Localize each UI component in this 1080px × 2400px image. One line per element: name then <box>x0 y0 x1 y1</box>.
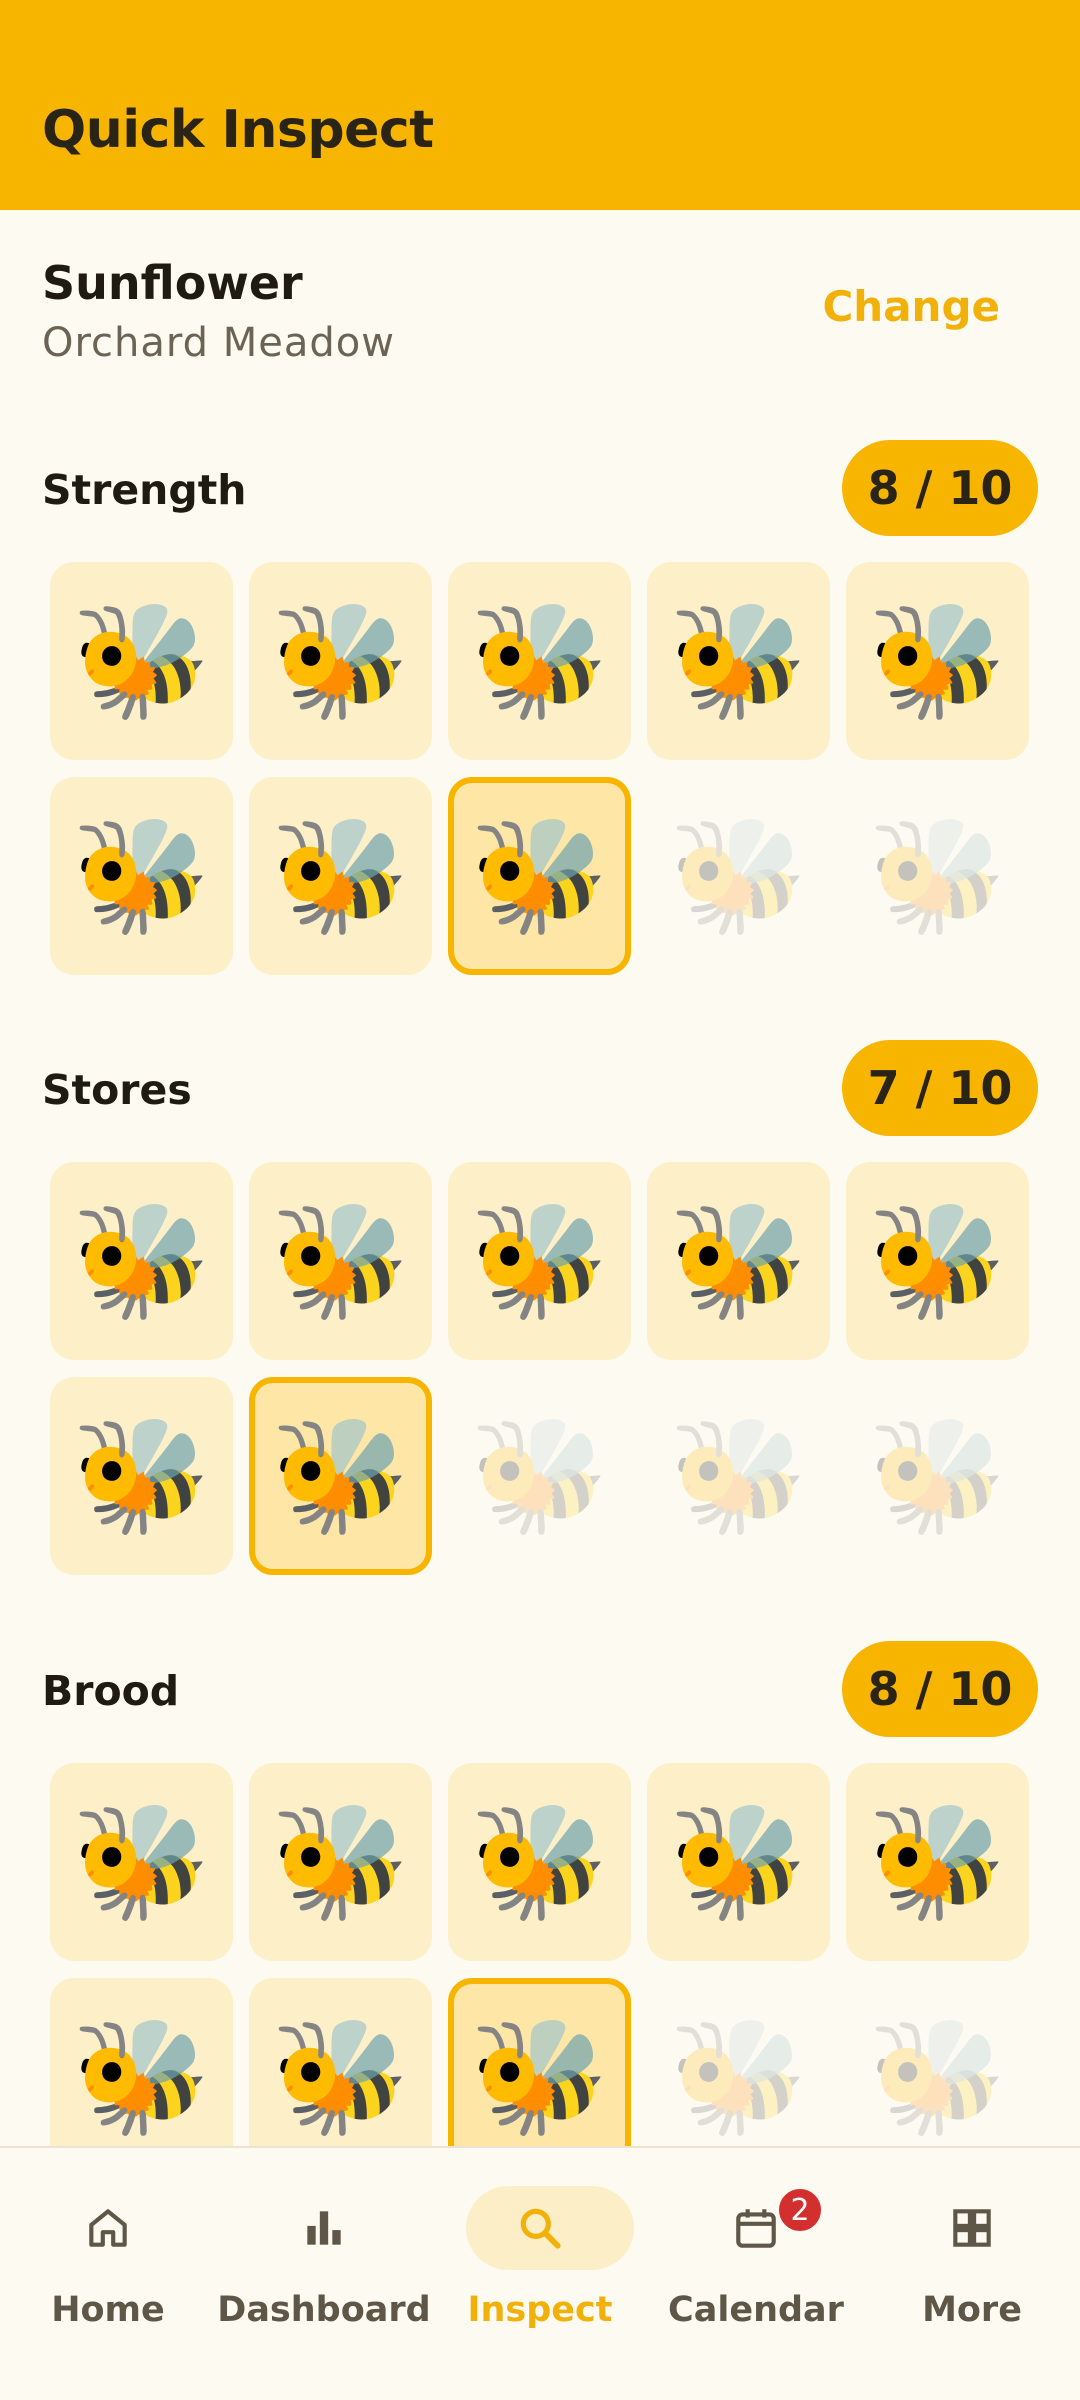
rating-cell-5[interactable]: 🐝 <box>846 1763 1029 1961</box>
rating-cell-9[interactable]: 🐝 <box>647 1978 830 2146</box>
rating-cell-2[interactable]: 🐝 <box>249 1162 432 1360</box>
rating-grid: 🐝 🐝 🐝 🐝 🐝 🐝 🐝 🐝 🐝 🐝 <box>50 562 1031 975</box>
rating-cell-1[interactable]: 🐝 <box>50 1162 233 1360</box>
nav-item-more[interactable]: More <box>864 2172 1080 2372</box>
bee-icon: 🐝 <box>270 2012 411 2142</box>
section-title: Stores <box>42 1066 192 1114</box>
rating-cell-6[interactable]: 🐝 <box>50 777 233 975</box>
nav-label: Dashboard <box>217 2290 431 2330</box>
rating-cell-7[interactable]: 🐝 <box>249 1978 432 2146</box>
rating-cell-4[interactable]: 🐝 <box>647 1162 830 1360</box>
bee-icon: 🐝 <box>71 1411 212 1541</box>
nav-label: More <box>922 2290 1022 2330</box>
bee-icon: 🐝 <box>71 1196 212 1326</box>
bar-chart-icon <box>307 2211 341 2245</box>
bee-icon: 🐝 <box>469 1797 610 1927</box>
rating-cell-8[interactable]: 🐝 <box>448 777 631 975</box>
rating-cell-1[interactable]: 🐝 <box>50 562 233 760</box>
nav-label: Home <box>51 2290 165 2330</box>
bee-icon: 🐝 <box>867 1797 1008 1927</box>
home-icon <box>89 2209 127 2247</box>
page-title: Quick Inspect <box>42 100 434 160</box>
bee-icon: 🐝 <box>270 1411 411 1541</box>
calendar-icon <box>736 2209 776 2248</box>
hive-name: Sunflower <box>42 256 303 310</box>
score-badge: 7 / 10 <box>842 1040 1038 1136</box>
rating-grid: 🐝 🐝 🐝 🐝 🐝 🐝 🐝 🐝 🐝 🐝 <box>50 1162 1031 1575</box>
nav-item-home[interactable]: Home <box>0 2172 216 2372</box>
rating-cell-1[interactable]: 🐝 <box>50 1763 233 1961</box>
bee-icon: 🐝 <box>71 811 212 941</box>
bee-icon: 🐝 <box>71 2012 212 2142</box>
rating-cell-8[interactable]: 🐝 <box>448 1978 631 2146</box>
bee-icon: 🐝 <box>668 1797 809 1927</box>
bee-icon: 🐝 <box>867 1411 1008 1541</box>
app-bar: Quick Inspect <box>0 0 1080 210</box>
change-hive-button[interactable]: Change <box>802 270 1020 343</box>
bee-icon: 🐝 <box>668 1196 809 1326</box>
rating-cell-2[interactable]: 🐝 <box>249 1763 432 1961</box>
score-badge: 8 / 10 <box>842 440 1038 536</box>
nav-label: Inspect <box>467 2290 613 2330</box>
nav-item-inspect[interactable]: Inspect <box>432 2172 648 2372</box>
bee-icon: 🐝 <box>668 596 809 726</box>
bee-icon: 🐝 <box>668 811 809 941</box>
rating-cell-4[interactable]: 🐝 <box>647 1763 830 1961</box>
bee-icon: 🐝 <box>668 2012 809 2142</box>
bee-icon: 🐝 <box>867 811 1008 941</box>
score-badge: 8 / 10 <box>842 1641 1038 1737</box>
section-title: Strength <box>42 466 247 514</box>
nav-label: Calendar <box>668 2290 844 2330</box>
bee-icon: 🐝 <box>469 596 610 726</box>
rating-cell-3[interactable]: 🐝 <box>448 562 631 760</box>
rating-cell-4[interactable]: 🐝 <box>647 562 830 760</box>
bee-icon: 🐝 <box>270 811 411 941</box>
bee-icon: 🐝 <box>867 2012 1008 2142</box>
bee-icon: 🐝 <box>867 1196 1008 1326</box>
rating-cell-3[interactable]: 🐝 <box>448 1763 631 1961</box>
bottom-navigation: Home Dashboard Inspect 2 Calendar More <box>0 2146 1080 2400</box>
rating-cell-9[interactable]: 🐝 <box>647 777 830 975</box>
bee-icon: 🐝 <box>270 1797 411 1927</box>
rating-cell-8[interactable]: 🐝 <box>448 1377 631 1575</box>
nav-item-calendar[interactable]: 2 Calendar <box>648 2172 864 2372</box>
bee-icon: 🐝 <box>469 811 610 941</box>
rating-cell-10[interactable]: 🐝 <box>846 1377 1029 1575</box>
bee-icon: 🐝 <box>469 1411 610 1541</box>
rating-cell-5[interactable]: 🐝 <box>846 1162 1029 1360</box>
rating-cell-5[interactable]: 🐝 <box>846 562 1029 760</box>
nav-item-dashboard[interactable]: Dashboard <box>216 2172 432 2372</box>
rating-cell-6[interactable]: 🐝 <box>50 1978 233 2146</box>
inspect-content[interactable]: Sunflower Orchard Meadow Change Strength… <box>0 210 1080 2146</box>
grid-icon <box>953 2209 991 2247</box>
rating-cell-10[interactable]: 🐝 <box>846 1978 1029 2146</box>
rating-cell-7[interactable]: 🐝 <box>249 1377 432 1575</box>
bee-icon: 🐝 <box>469 2012 610 2142</box>
bee-icon: 🐝 <box>270 1196 411 1326</box>
notification-badge: 2 <box>776 2186 824 2234</box>
rating-grid: 🐝 🐝 🐝 🐝 🐝 🐝 🐝 🐝 🐝 🐝 <box>50 1763 1031 2146</box>
rating-cell-6[interactable]: 🐝 <box>50 1377 233 1575</box>
rating-cell-7[interactable]: 🐝 <box>249 777 432 975</box>
bee-icon: 🐝 <box>71 1797 212 1927</box>
bee-icon: 🐝 <box>71 596 212 726</box>
bee-icon: 🐝 <box>867 596 1008 726</box>
bee-icon: 🐝 <box>270 596 411 726</box>
section-title: Brood <box>42 1667 180 1715</box>
rating-cell-10[interactable]: 🐝 <box>846 777 1029 975</box>
search-icon <box>520 2208 561 2249</box>
rating-cell-9[interactable]: 🐝 <box>647 1377 830 1575</box>
rating-cell-2[interactable]: 🐝 <box>249 562 432 760</box>
bee-icon: 🐝 <box>668 1411 809 1541</box>
hive-location: Orchard Meadow <box>42 320 395 366</box>
rating-cell-3[interactable]: 🐝 <box>448 1162 631 1360</box>
bee-icon: 🐝 <box>469 1196 610 1326</box>
